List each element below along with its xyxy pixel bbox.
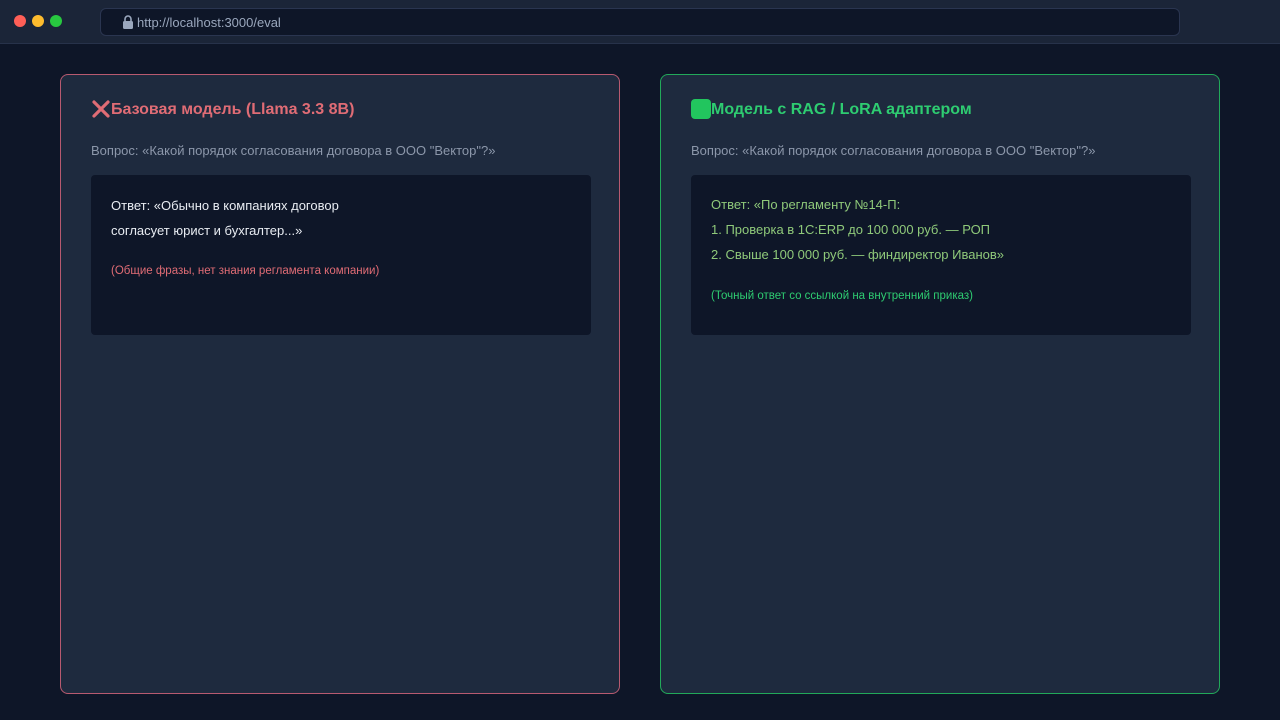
- rag-model-title: Модель с RAG / LoRA адаптером: [711, 101, 972, 118]
- base-model-answer-box: Ответ: «Обычно в компаниях договор согла…: [91, 175, 591, 335]
- answer-line: 2. Свыше 100 000 руб. — финдиректор Иван…: [711, 247, 1005, 262]
- address-bar[interactable]: http://localhost:3000/eval: [100, 8, 1180, 36]
- base-model-title: Базовая модель (Llama 3.3 8B): [111, 101, 355, 118]
- answer-line: Ответ: «По регламенту №14-П:: [711, 197, 901, 212]
- answer-line: Ответ: «Обычно в компаниях договор: [111, 198, 339, 213]
- url-text: http://localhost:3000/eval: [137, 15, 281, 30]
- minimize-window-button[interactable]: [32, 15, 44, 27]
- browser-window: http://localhost:3000/eval Базовая модел…: [0, 0, 1280, 720]
- base-model-note: (Общие фразы, нет знания регламента комп…: [111, 265, 380, 277]
- maximize-window-button[interactable]: [50, 15, 62, 27]
- answer-line: 1. Проверка в 1С:ERP до 100 000 руб. — Р…: [711, 222, 991, 237]
- rag-model-question: Вопрос: «Какой порядок согласования дого…: [691, 143, 1096, 158]
- check-square-icon: [691, 99, 711, 119]
- rag-model-note: (Точный ответ со ссылкой на внутренний п…: [711, 290, 973, 302]
- rag-model-answer-box: Ответ: «По регламенту №14-П: 1. Проверка…: [691, 175, 1191, 335]
- lock-icon: [123, 15, 133, 29]
- rag-model-panel: Модель с RAG / LoRA адаптером Вопрос: «К…: [660, 74, 1220, 694]
- cross-icon: [92, 100, 110, 118]
- base-model-question: Вопрос: «Какой порядок согласования дого…: [91, 143, 496, 158]
- base-model-panel: Базовая модель (Llama 3.3 8B) Вопрос: «К…: [60, 74, 620, 694]
- close-window-button[interactable]: [14, 15, 26, 27]
- answer-line: согласует юрист и бухгалтер...»: [111, 223, 303, 238]
- browser-titlebar: http://localhost:3000/eval: [0, 0, 1280, 44]
